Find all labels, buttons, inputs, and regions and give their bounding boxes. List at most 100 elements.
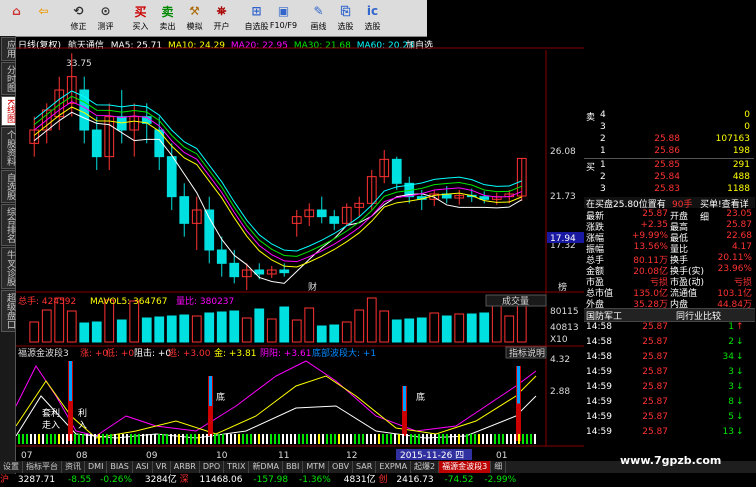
band-stripe bbox=[94, 434, 96, 444]
volume-bar bbox=[479, 312, 490, 343]
band-stripe bbox=[214, 434, 216, 444]
sell-button[interactable]: 卖卖出 bbox=[157, 1, 178, 35]
indicator-tab[interactable]: ARBR bbox=[171, 461, 200, 473]
pick-button[interactable]: ⎘ 选股 bbox=[335, 1, 356, 35]
quote-value: 4.17 bbox=[731, 242, 752, 252]
band-stripe bbox=[438, 434, 440, 444]
indicator-tab[interactable]: TRIX bbox=[224, 461, 250, 473]
left-tab-5[interactable]: 综合排名 bbox=[1, 203, 16, 246]
indicator-tab[interactable]: 设置 bbox=[0, 461, 23, 473]
indicator-tab[interactable]: 福源金波段3 bbox=[439, 461, 492, 473]
band-stripe bbox=[150, 434, 152, 444]
toolbar-label: 开户 bbox=[213, 22, 230, 31]
band-stripe bbox=[526, 434, 528, 444]
self-select-button[interactable]: ⊞ 自选股 bbox=[245, 1, 269, 35]
left-tab-2[interactable]: K线图 bbox=[1, 96, 16, 126]
band-stripe bbox=[210, 434, 212, 444]
band-stripe bbox=[374, 434, 376, 444]
restore-button[interactable]: ⟲ 修正 bbox=[68, 1, 89, 35]
f10-button[interactable]: ▣ F10/F9 bbox=[270, 1, 297, 35]
indicator-item: 金: +3.81 bbox=[214, 347, 256, 359]
volume-bar bbox=[254, 308, 265, 343]
back-button[interactable]: ⇦ bbox=[33, 1, 54, 35]
band-stripe bbox=[110, 434, 112, 444]
band-stripe bbox=[226, 434, 228, 444]
order-book-sep bbox=[584, 158, 754, 159]
indicator-tab[interactable]: 资讯 bbox=[62, 461, 85, 473]
band-stripe bbox=[446, 434, 448, 444]
band-stripe bbox=[330, 434, 332, 444]
candle-body bbox=[91, 129, 102, 158]
indicator-tab[interactable]: VR bbox=[153, 461, 171, 473]
band-stripe bbox=[22, 434, 24, 444]
indicator-tab[interactable]: OBV bbox=[329, 461, 354, 473]
band-stripe bbox=[442, 434, 444, 444]
band-stripe bbox=[222, 434, 224, 444]
indicator-tab[interactable]: DPO bbox=[200, 461, 225, 473]
band-stripe bbox=[306, 434, 308, 444]
left-tab-0[interactable]: 应用 bbox=[1, 37, 16, 61]
left-tab-4[interactable]: 自选股 bbox=[1, 169, 16, 203]
band-stripe bbox=[338, 434, 340, 444]
band-stripe bbox=[158, 434, 160, 444]
indicator-tab[interactable]: BIAS bbox=[107, 461, 133, 473]
band-stripe bbox=[154, 434, 156, 444]
arrow-down-icon: ↓ bbox=[736, 367, 744, 377]
stock-pick-button[interactable]: ic 选股 bbox=[362, 1, 383, 35]
toolbar-label: 卖出 bbox=[159, 22, 176, 31]
volume-total: 总手: 424592 bbox=[18, 295, 76, 307]
indicator-tab[interactable]: BBI bbox=[283, 461, 304, 473]
band-stripe bbox=[410, 434, 412, 444]
band-stripe bbox=[450, 434, 452, 444]
simulate-button[interactable]: ⚒ 模拟 bbox=[184, 1, 205, 35]
left-tab-7[interactable]: 超级盘口 bbox=[1, 289, 16, 332]
band-stripe bbox=[354, 434, 356, 444]
backtest-button[interactable]: ⊙ 测评 bbox=[95, 1, 116, 35]
x-axis-tick: 09 bbox=[146, 451, 158, 460]
list-marker: 榜 bbox=[558, 281, 567, 293]
indicator-tab[interactable]: 起爆2 bbox=[411, 461, 440, 473]
left-tab-6[interactable]: 牛叉诊股 bbox=[1, 246, 16, 289]
indicator-tab[interactable]: 细 bbox=[491, 461, 507, 473]
band-stripe bbox=[130, 434, 132, 444]
indicator-tab[interactable]: SAR bbox=[353, 461, 377, 473]
indicator-tab[interactable]: EXPMA bbox=[376, 461, 412, 473]
left-tab-1[interactable]: 分时图 bbox=[1, 62, 16, 95]
quote-value: 23.05 bbox=[726, 209, 752, 219]
backtest-icon: ⊙ bbox=[100, 4, 111, 18]
x-axis-tick: 01 bbox=[496, 451, 507, 460]
buy-volume: 291 bbox=[732, 160, 750, 170]
open-account-button[interactable]: ⛯ 开户 bbox=[211, 1, 232, 35]
draw-button[interactable]: ✎ 画线 bbox=[308, 1, 329, 35]
band-stripe bbox=[310, 434, 312, 444]
band-stripe bbox=[146, 434, 148, 444]
indicator-tab[interactable]: ASI bbox=[133, 461, 153, 473]
indicator-tab[interactable]: MTM bbox=[303, 461, 330, 473]
tick-price: 25.87 bbox=[642, 397, 668, 407]
ma-line-20 bbox=[33, 101, 522, 263]
band-stripe bbox=[506, 434, 508, 444]
indicator-tab[interactable]: DMI bbox=[85, 461, 108, 473]
home-button[interactable]: ⌂ bbox=[6, 1, 27, 35]
band-stripe bbox=[186, 434, 188, 444]
left-tab-3[interactable]: 个股资料 bbox=[1, 126, 16, 169]
band-stripe bbox=[314, 434, 316, 444]
buy-price: 25.85 bbox=[654, 160, 680, 170]
candle-body bbox=[204, 209, 215, 251]
tick-time: 14:59 bbox=[586, 382, 612, 392]
band-stripe bbox=[350, 434, 352, 444]
sell-level: 2 bbox=[600, 134, 606, 144]
indicator-tab[interactable]: 新DMA bbox=[249, 461, 283, 473]
buy-side-label: 买 bbox=[586, 163, 596, 173]
volume-bar bbox=[429, 312, 440, 343]
stock-pick-icon: ic bbox=[366, 4, 379, 18]
sh-change: -8.55 bbox=[67, 475, 92, 485]
band-stripe bbox=[166, 434, 168, 444]
quote-value: +2.35 bbox=[640, 220, 668, 230]
volume-bar bbox=[516, 303, 527, 343]
band-stripe bbox=[522, 434, 524, 444]
buy-volume: 488 bbox=[732, 172, 750, 182]
band-stripe bbox=[302, 434, 304, 444]
indicator-tab[interactable]: 指标平台 bbox=[23, 461, 62, 473]
buy-button[interactable]: 买买入 bbox=[130, 1, 151, 35]
